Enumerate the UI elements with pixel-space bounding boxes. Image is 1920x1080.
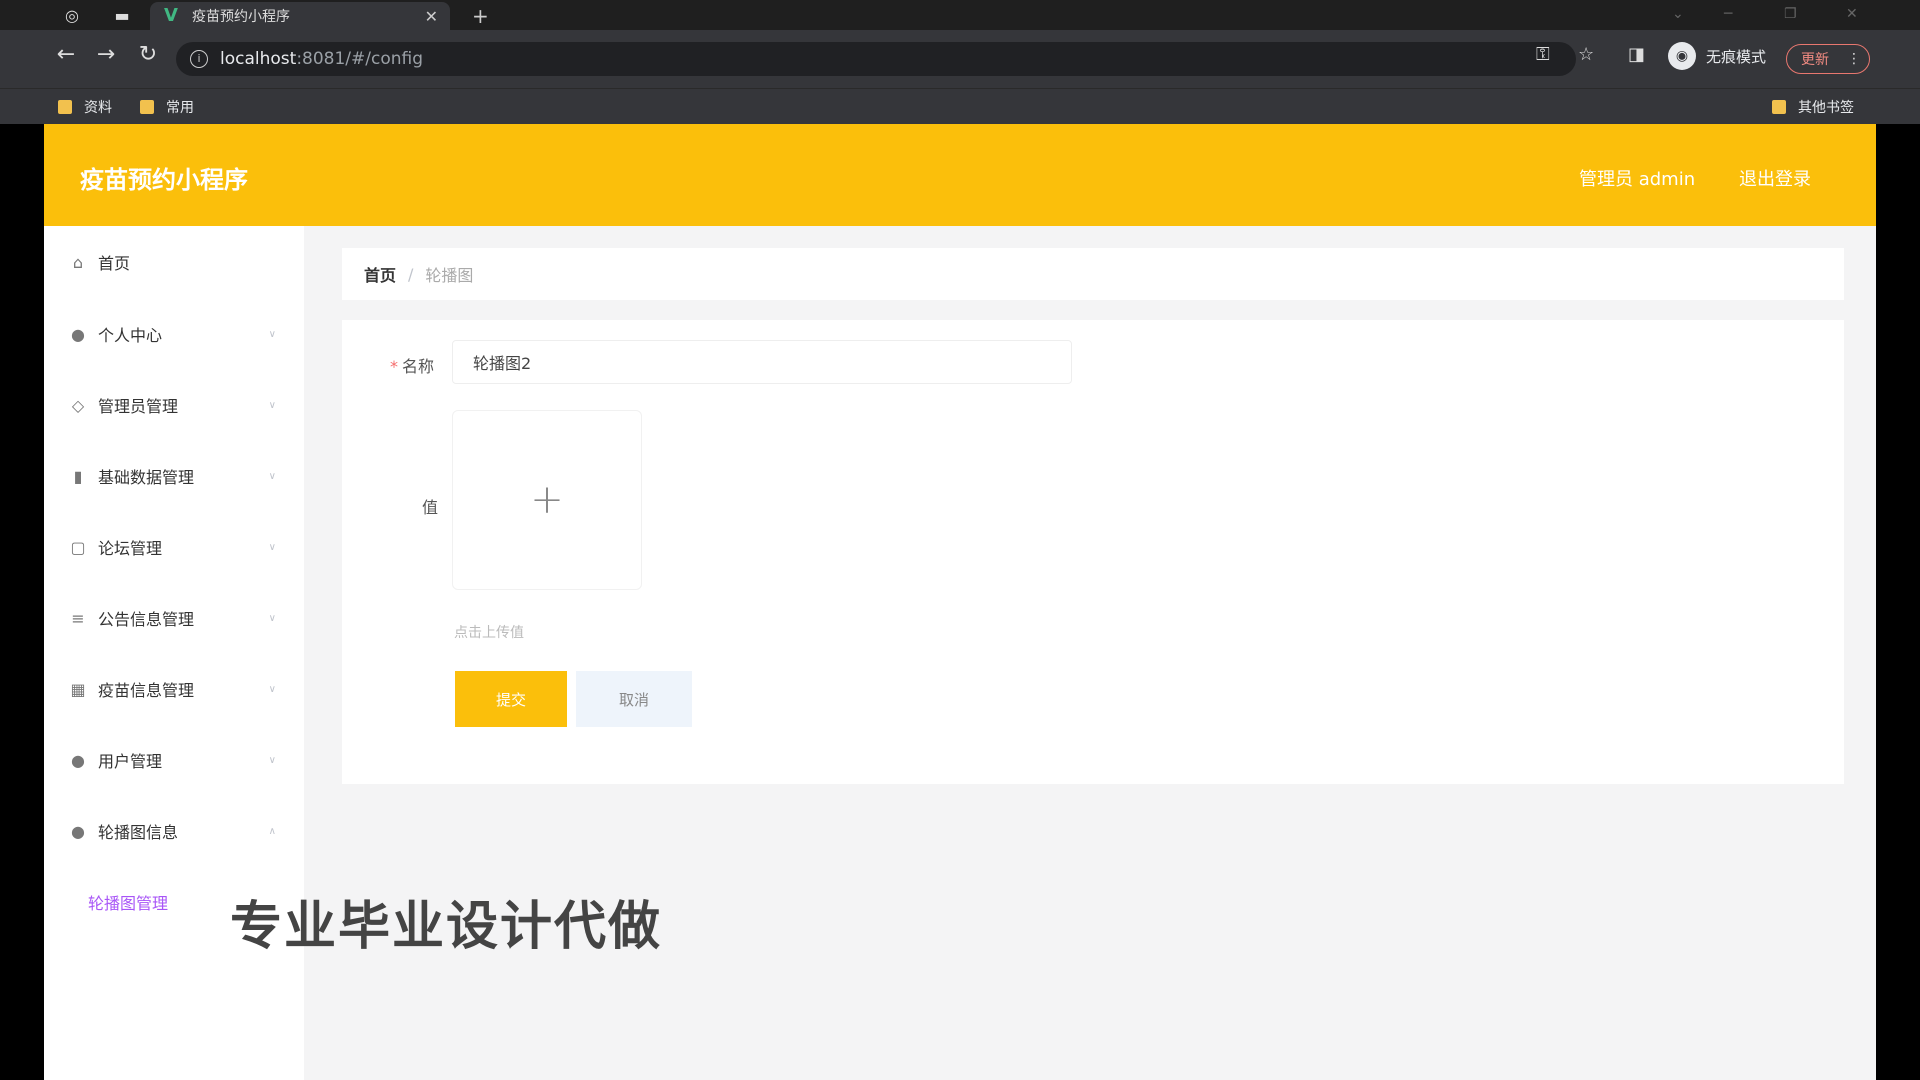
breadcrumb-current: 轮播图 [425, 266, 474, 285]
browser-tab[interactable]: V 疫苗预约小程序 ✕ [150, 2, 450, 30]
sidebar-item-notices[interactable]: ≡ 公告信息管理 ∨ [44, 590, 304, 646]
browser-tabstrip: ◎ ▬ V 疫苗预约小程序 ✕ + ⌄ ─ ❐ ✕ [0, 0, 1920, 30]
chevron-down-icon: ∨ [268, 470, 276, 482]
sidebar-item-admins[interactable]: ◇ 管理员管理 ∨ [44, 377, 304, 433]
sidebar-item-label: 轮播图信息 [98, 823, 179, 842]
watermark: 专业毕业设计代做 [230, 897, 663, 957]
grid-icon: ▦ [70, 679, 86, 699]
tab-search-icon[interactable]: ⌄ [1672, 6, 1684, 22]
sidebar-item-carousel[interactable]: ● 轮播图信息 ∧ [44, 803, 304, 859]
app-header: 疫苗预约小程序 管理员 admin 退出登录 [44, 124, 1876, 226]
address-bar[interactable]: i localhost:8081/#/config [176, 42, 1576, 76]
sidebar-item-label: 用户管理 [98, 752, 163, 771]
home-icon: ⌂ [72, 252, 84, 272]
key-icon[interactable]: ⚿ [1536, 44, 1550, 65]
back-icon[interactable]: ← [52, 42, 80, 67]
info-icon[interactable]: i [190, 50, 208, 68]
window-close-icon[interactable]: ✕ [1846, 6, 1858, 22]
close-icon[interactable]: ✕ [425, 7, 438, 26]
minimize-icon[interactable]: ─ [1724, 6, 1732, 22]
browser-menu-icon[interactable]: ◎ [62, 6, 82, 25]
update-label: 更新 [1801, 52, 1829, 68]
bookmark-label: 常用 [166, 100, 194, 116]
chevron-down-icon: ∨ [268, 328, 276, 340]
admin-label: 管理员 admin [1579, 169, 1696, 190]
list-icon: ≡ [71, 608, 85, 628]
sidebar-item-label: 基础数据管理 [98, 468, 195, 487]
folder-icon [1772, 100, 1786, 114]
chevron-down-icon: ∨ [268, 399, 276, 411]
update-button[interactable]: 更新 ⋮ [1786, 44, 1870, 74]
forward-icon[interactable]: → [92, 42, 120, 67]
upload-tip: 点击上传值 [454, 625, 524, 641]
sidebar-item-label: 论坛管理 [98, 539, 163, 558]
web-page: 疫苗预约小程序 管理员 admin 退出登录 ⌂ 首页 ● 个人中心 ∨ ◇ 管… [44, 124, 1876, 1080]
sidebar-item-label: 管理员管理 [98, 397, 179, 416]
sidebar-item-basic-data[interactable]: ▮ 基础数据管理 ∨ [44, 448, 304, 504]
side-panel-icon[interactable]: ◨ [1628, 44, 1645, 65]
url-path: :8081/#/config [296, 49, 424, 69]
sidebar-item-label: 个人中心 [98, 326, 163, 345]
folder-icon [140, 100, 154, 114]
sidebar-item-profile[interactable]: ● 个人中心 ∨ [44, 306, 304, 362]
cancel-button[interactable]: 取消 [576, 671, 692, 727]
sidebar-item-label: 公告信息管理 [98, 610, 195, 629]
tab-title: 疫苗预约小程序 [192, 9, 290, 25]
chevron-down-icon: ∨ [268, 683, 276, 695]
chevron-down-icon: ∨ [268, 612, 276, 624]
sidebar-item-vaccines[interactable]: ▦ 疫苗信息管理 ∨ [44, 661, 304, 717]
reload-icon[interactable]: ↻ [134, 42, 162, 67]
chevron-down-icon: ∨ [268, 541, 276, 553]
sidebar-subitem-carousel-manage[interactable]: 轮播图管理 [88, 890, 168, 914]
name-input[interactable]: 轮播图2 [452, 340, 1072, 384]
new-tab-icon[interactable]: + [472, 4, 489, 28]
chevron-up-icon: ∧ [268, 825, 276, 837]
url-host: localhost [220, 49, 297, 69]
incognito-label: 无痕模式 [1706, 47, 1767, 66]
name-label-text: 名称 [402, 357, 435, 376]
sidebar-item-label: 首页 [98, 254, 131, 273]
bookmarks-bar: 资料 常用 其他书签 [0, 88, 1920, 124]
chevron-down-icon: ∨ [268, 754, 276, 766]
incognito-icon: ◉ [1668, 42, 1696, 70]
bookmark-folder[interactable]: 常用 [140, 97, 194, 117]
breadcrumb-separator: / [408, 264, 414, 284]
user-icon: ● [71, 821, 85, 841]
value-label: 值 [422, 498, 439, 517]
app-title: 疫苗预约小程序 [80, 166, 248, 194]
submit-button[interactable]: 提交 [455, 671, 567, 727]
bookmark-folder[interactable]: 资料 [58, 97, 112, 117]
admin-icon: ◇ [71, 395, 85, 415]
sidebar-item-home[interactable]: ⌂ 首页 [44, 234, 304, 290]
forum-icon: ▢ [70, 537, 86, 557]
user-icon: ● [71, 324, 85, 344]
chart-icon: ▮ [73, 466, 83, 486]
breadcrumb: 首页 / 轮播图 [342, 248, 1844, 300]
sidebar-item-label: 疫苗信息管理 [98, 681, 195, 700]
image-upload[interactable]: + [452, 410, 642, 590]
star-icon[interactable]: ☆ [1578, 44, 1594, 65]
sidebar-item-users[interactable]: ● 用户管理 ∨ [44, 732, 304, 788]
browser-toolbar: ← → ↻ i localhost:8081/#/config ⚿ ☆ ◨ ◉ … [0, 30, 1920, 88]
incognito-indicator[interactable]: ◉ 无痕模式 [1668, 42, 1766, 70]
user-icon: ● [71, 750, 85, 770]
bookmark-label: 资料 [84, 100, 112, 116]
restore-icon[interactable]: ❐ [1784, 6, 1797, 22]
config-form: * 名称 轮播图2 值 + 点击上传值 提交 取消 [342, 320, 1844, 784]
plus-icon: + [530, 477, 564, 523]
breadcrumb-home[interactable]: 首页 [364, 262, 396, 286]
window-icon[interactable]: ▬ [112, 6, 132, 25]
vue-icon: V [164, 5, 178, 26]
name-label: * 名称 [390, 353, 434, 377]
folder-icon [58, 100, 72, 114]
other-bookmarks[interactable]: 其他书签 [1772, 97, 1854, 117]
more-icon: ⋮ [1847, 51, 1861, 67]
sidebar-item-forum[interactable]: ▢ 论坛管理 ∨ [44, 519, 304, 575]
required-mark: * [390, 357, 398, 376]
other-bookmarks-label: 其他书签 [1798, 100, 1854, 116]
logout-link[interactable]: 退出登录 [1739, 165, 1811, 191]
